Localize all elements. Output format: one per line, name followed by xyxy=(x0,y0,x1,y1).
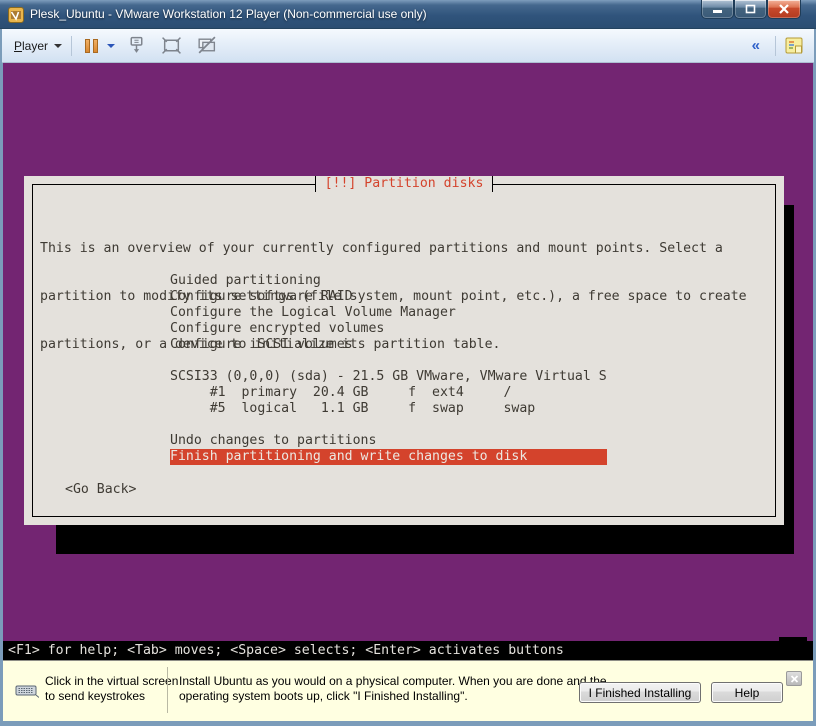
panel-separator xyxy=(167,667,168,713)
library-icon xyxy=(785,37,804,55)
menu-spacer xyxy=(170,353,607,369)
keystroke-hint-text: Click in the virtual screen to send keys… xyxy=(45,674,178,704)
suspend-button[interactable] xyxy=(81,36,119,56)
chevron-down-icon xyxy=(54,44,62,48)
install-hint-panel: Click in the virtual screen to send keys… xyxy=(3,660,813,721)
send-ctrl-alt-del-icon xyxy=(126,35,147,56)
player-menu-label: Player xyxy=(14,39,48,53)
menu-item-undo-changes[interactable]: Undo changes to partitions xyxy=(170,433,607,449)
maximize-icon xyxy=(745,4,756,14)
toolbar-right-group: « xyxy=(746,36,814,56)
menu-item-configure-software-raid[interactable]: Configure software RAID xyxy=(170,289,607,305)
close-icon xyxy=(778,4,790,14)
dialog-shadow xyxy=(784,205,794,554)
screen-corner-block xyxy=(779,637,807,660)
window-title: Plesk_Ubuntu - VMware Workstation 12 Pla… xyxy=(30,0,427,29)
minimize-button[interactable] xyxy=(701,0,734,19)
i-finished-installing-button[interactable]: I Finished Installing xyxy=(579,682,701,703)
panel-close-button[interactable] xyxy=(786,671,802,686)
menu-item-guided-partitioning[interactable]: Guided partitioning xyxy=(170,273,607,289)
partition-disks-dialog: [!!] Partition disks This is an overview… xyxy=(24,176,784,525)
library-button[interactable] xyxy=(785,37,804,55)
menu-item-configure-lvm[interactable]: Configure the Logical Volume Manager xyxy=(170,305,607,321)
vmware-app-icon xyxy=(8,7,24,23)
toolbar-separator xyxy=(71,36,72,56)
minimize-icon xyxy=(712,4,723,14)
dialog-shadow xyxy=(56,525,794,554)
help-button[interactable]: Help xyxy=(711,682,783,703)
go-back-button[interactable]: <Go Back> xyxy=(65,482,136,498)
menu-item-configure-encrypted-volumes[interactable]: Configure encrypted volumes xyxy=(170,321,607,337)
menu-item-configure-iscsi-volumes[interactable]: Configure iSCSI volumes xyxy=(170,337,607,353)
menu-item-finish-partitioning-selected[interactable]: Finish partitioning and write changes to… xyxy=(170,449,607,465)
suspend-menu-chevron-icon[interactable] xyxy=(107,44,115,48)
intro-line: This is an overview of your currently co… xyxy=(40,241,747,257)
keyboard-icon xyxy=(15,683,39,698)
partition-menu: Guided partitioning Configure software R… xyxy=(170,273,607,465)
partition-row[interactable]: #5 logical 1.1 GB f swap swap xyxy=(170,401,607,417)
toolbar: Player xyxy=(2,29,814,63)
unity-mode-button[interactable] xyxy=(196,35,217,56)
disk-header-row[interactable]: SCSI33 (0,0,0) (sda) - 21.5 GB VMware, V… xyxy=(170,369,607,385)
install-hint-text: Install Ubuntu as you would on a physica… xyxy=(179,674,607,704)
titlebar: Plesk_Ubuntu - VMware Workstation 12 Pla… xyxy=(0,0,816,29)
installer-help-bar: <F1> for help; <Tab> moves; <Space> sele… xyxy=(3,641,813,660)
unity-mode-icon xyxy=(196,35,217,56)
close-icon xyxy=(790,675,799,683)
partition-row[interactable]: #1 primary 20.4 GB f ext4 / xyxy=(170,385,607,401)
pause-icon xyxy=(85,39,101,53)
collapse-toolbar-button[interactable]: « xyxy=(746,37,766,54)
menu-spacer xyxy=(170,417,607,433)
toolbar-separator xyxy=(775,36,776,56)
window-controls xyxy=(701,0,801,19)
fullscreen-icon xyxy=(161,35,182,56)
send-ctrl-alt-del-button[interactable] xyxy=(126,35,147,56)
close-button[interactable] xyxy=(767,0,801,19)
virtual-machine-screen[interactable]: [!!] Partition disks This is an overview… xyxy=(3,63,813,660)
vmware-player-window: Plesk_Ubuntu - VMware Workstation 12 Pla… xyxy=(0,0,816,726)
player-menu-button[interactable]: Player xyxy=(14,39,62,53)
fullscreen-button[interactable] xyxy=(161,35,182,56)
dialog-title: [!!] Partition disks xyxy=(24,176,784,192)
maximize-button[interactable] xyxy=(734,0,767,19)
